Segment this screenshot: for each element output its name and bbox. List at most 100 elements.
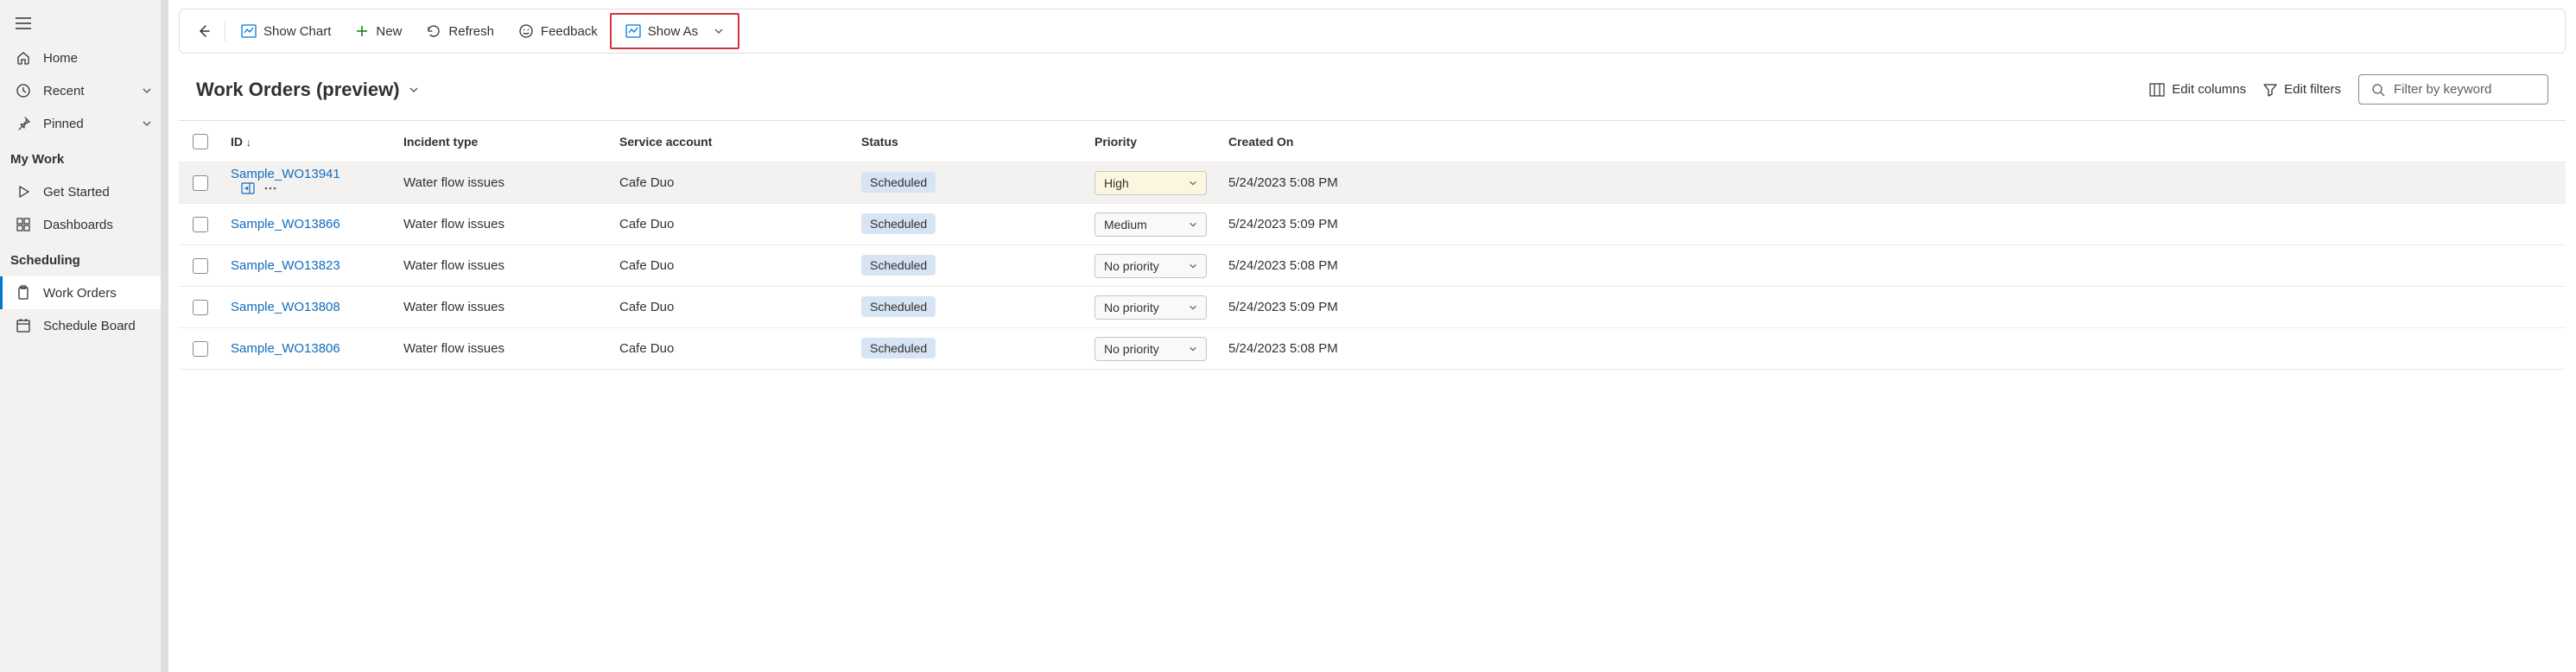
incident-cell: Water flow issues — [395, 175, 611, 190]
chevron-down-icon — [1189, 345, 1197, 353]
priority-value: No priority — [1104, 342, 1159, 356]
nav-item-work-orders[interactable]: Work Orders — [0, 276, 168, 309]
filter-keyword-box[interactable] — [2358, 74, 2548, 105]
chevron-down-icon — [1189, 262, 1197, 270]
priority-value: Medium — [1104, 218, 1147, 231]
service-cell: Cafe Duo — [611, 175, 853, 190]
open-panel-icon[interactable] — [241, 181, 255, 195]
filter-keyword-input[interactable] — [2394, 82, 2566, 97]
table-row[interactable]: Sample_WO13823 Water flow issues Cafe Du… — [179, 245, 2566, 287]
created-cell: 5/24/2023 5:08 PM — [1220, 341, 2566, 356]
nav-item-home[interactable]: Home — [0, 41, 168, 74]
view-title-text: Work Orders (preview) — [196, 79, 400, 101]
more-icon[interactable] — [263, 181, 277, 195]
chevron-down-icon — [1189, 220, 1197, 229]
select-all-checkbox[interactable] — [193, 134, 208, 149]
priority-select[interactable]: High — [1094, 171, 1207, 195]
edit-columns-button[interactable]: Edit columns — [2149, 82, 2246, 97]
nav-section-title: Scheduling — [0, 241, 168, 276]
nav-item-schedule-board[interactable]: Schedule Board — [0, 309, 168, 342]
chevron-down-icon — [714, 26, 724, 36]
edit-columns-label: Edit columns — [2172, 82, 2246, 97]
col-id[interactable]: ID↓ — [222, 135, 395, 149]
row-checkbox[interactable] — [193, 341, 208, 357]
status-badge: Scheduled — [861, 172, 936, 193]
play-icon — [16, 184, 31, 200]
created-cell: 5/24/2023 5:09 PM — [1220, 217, 2566, 231]
table-row[interactable]: Sample_WO13808 Water flow issues Cafe Du… — [179, 287, 2566, 328]
row-checkbox[interactable] — [193, 258, 208, 274]
edit-filters-button[interactable]: Edit filters — [2263, 82, 2341, 97]
service-cell: Cafe Duo — [611, 217, 853, 231]
refresh-button[interactable]: Refresh — [414, 16, 506, 46]
id-link[interactable]: Sample_WO13866 — [231, 217, 340, 231]
col-service[interactable]: Service account — [611, 135, 853, 149]
nav-item-dashboards[interactable]: Dashboards — [0, 208, 168, 241]
new-button[interactable]: New — [343, 17, 414, 46]
clock-icon — [16, 83, 31, 98]
show-chart-button[interactable]: Show Chart — [229, 16, 343, 46]
priority-select[interactable]: Medium — [1094, 212, 1207, 237]
command-bar: Show Chart New Refresh Feedback — [179, 9, 2566, 54]
created-cell: 5/24/2023 5:08 PM — [1220, 175, 2566, 190]
nav-item-pinned[interactable]: Pinned — [0, 107, 168, 140]
table-row[interactable]: Sample_WO13866 Water flow issues Cafe Du… — [179, 204, 2566, 245]
table-row[interactable]: Sample_WO13941 Water flow issues Cafe Du… — [179, 162, 2566, 204]
priority-select[interactable]: No priority — [1094, 295, 1207, 320]
incident-cell: Water flow issues — [395, 258, 611, 273]
nav-label: Home — [43, 51, 78, 66]
pin-icon — [16, 116, 31, 131]
work-orders-table: ID↓ Incident type Service account Status… — [179, 120, 2566, 370]
back-button[interactable] — [185, 16, 221, 46]
priority-value: No priority — [1104, 259, 1159, 273]
status-badge: Scheduled — [861, 255, 936, 276]
filter-icon — [2263, 83, 2277, 97]
priority-select[interactable]: No priority — [1094, 337, 1207, 361]
status-badge: Scheduled — [861, 296, 936, 317]
col-priority[interactable]: Priority — [1086, 135, 1220, 149]
service-cell: Cafe Duo — [611, 341, 853, 356]
service-cell: Cafe Duo — [611, 258, 853, 273]
col-incident[interactable]: Incident type — [395, 135, 611, 149]
priority-select[interactable]: No priority — [1094, 254, 1207, 278]
chart-icon — [241, 23, 257, 39]
highlight-annotation: Show As — [610, 13, 739, 49]
nav-label: Dashboards — [43, 218, 113, 232]
service-cell: Cafe Duo — [611, 300, 853, 314]
col-status[interactable]: Status — [853, 135, 1086, 149]
chevron-down-icon — [142, 118, 152, 129]
id-link[interactable]: Sample_WO13823 — [231, 258, 340, 273]
id-link[interactable]: Sample_WO13808 — [231, 300, 340, 314]
nav-label: Pinned — [43, 117, 84, 131]
home-icon — [16, 50, 31, 66]
show-chart-label: Show Chart — [263, 24, 331, 39]
id-link[interactable]: Sample_WO13941 — [231, 167, 340, 181]
nav-label: Recent — [43, 84, 85, 98]
row-checkbox[interactable] — [193, 175, 208, 191]
feedback-icon — [518, 23, 534, 39]
table-row[interactable]: Sample_WO13806 Water flow issues Cafe Du… — [179, 328, 2566, 370]
columns-icon — [2149, 83, 2165, 97]
feedback-button[interactable]: Feedback — [506, 16, 610, 46]
priority-value: High — [1104, 176, 1129, 190]
row-checkbox[interactable] — [193, 217, 208, 232]
table-header: ID↓ Incident type Service account Status… — [179, 121, 2566, 162]
incident-cell: Water flow issues — [395, 217, 611, 231]
hamburger-icon — [16, 17, 31, 29]
row-checkbox[interactable] — [193, 300, 208, 315]
back-arrow-icon — [195, 23, 211, 39]
nav-item-recent[interactable]: Recent — [0, 74, 168, 107]
nav-item-get-started[interactable]: Get Started — [0, 175, 168, 208]
created-cell: 5/24/2023 5:08 PM — [1220, 258, 2566, 273]
refresh-label: Refresh — [448, 24, 494, 39]
show-as-label: Show As — [648, 24, 698, 39]
col-created[interactable]: Created On — [1220, 135, 2566, 149]
show-as-button[interactable]: Show As — [613, 16, 736, 46]
hamburger-menu[interactable] — [0, 10, 168, 41]
nav-label: Schedule Board — [43, 319, 136, 333]
id-link[interactable]: Sample_WO13806 — [231, 341, 340, 356]
feedback-label: Feedback — [541, 24, 598, 39]
status-badge: Scheduled — [861, 338, 936, 358]
view-title-dropdown[interactable]: Work Orders (preview) — [196, 79, 419, 101]
sidebar-scrollbar[interactable] — [161, 0, 168, 672]
